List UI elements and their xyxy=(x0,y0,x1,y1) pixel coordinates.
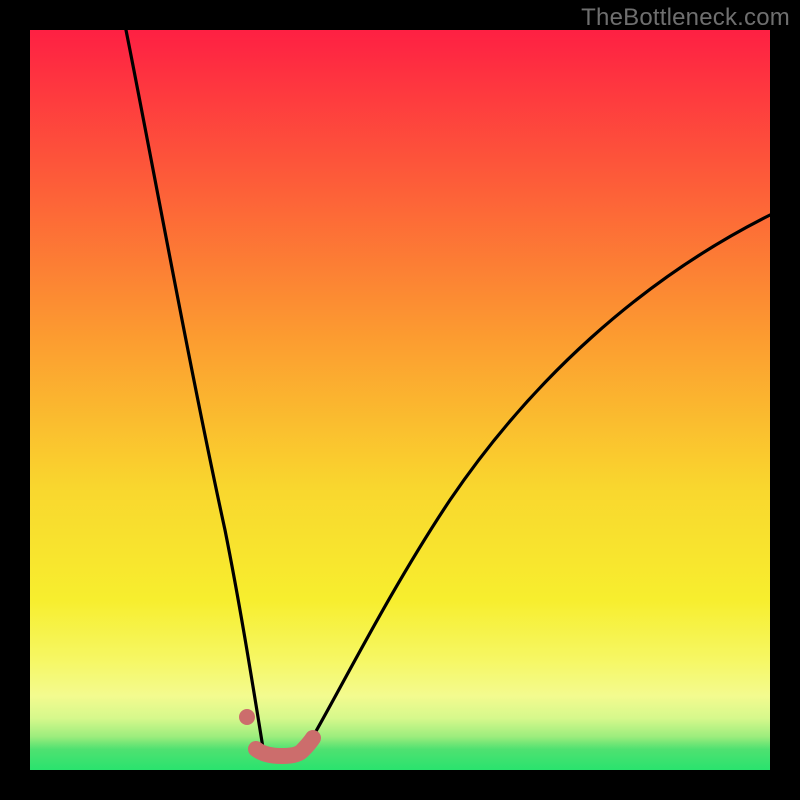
marker-track xyxy=(256,738,313,756)
watermark-text: TheBottleneck.com xyxy=(581,4,790,32)
marker-dot xyxy=(239,709,255,725)
chart-frame: TheBottleneck.com xyxy=(0,0,800,800)
left-curve xyxy=(126,30,263,748)
right-curve xyxy=(311,215,770,740)
plot-area xyxy=(30,30,770,770)
curves-layer xyxy=(30,30,770,770)
